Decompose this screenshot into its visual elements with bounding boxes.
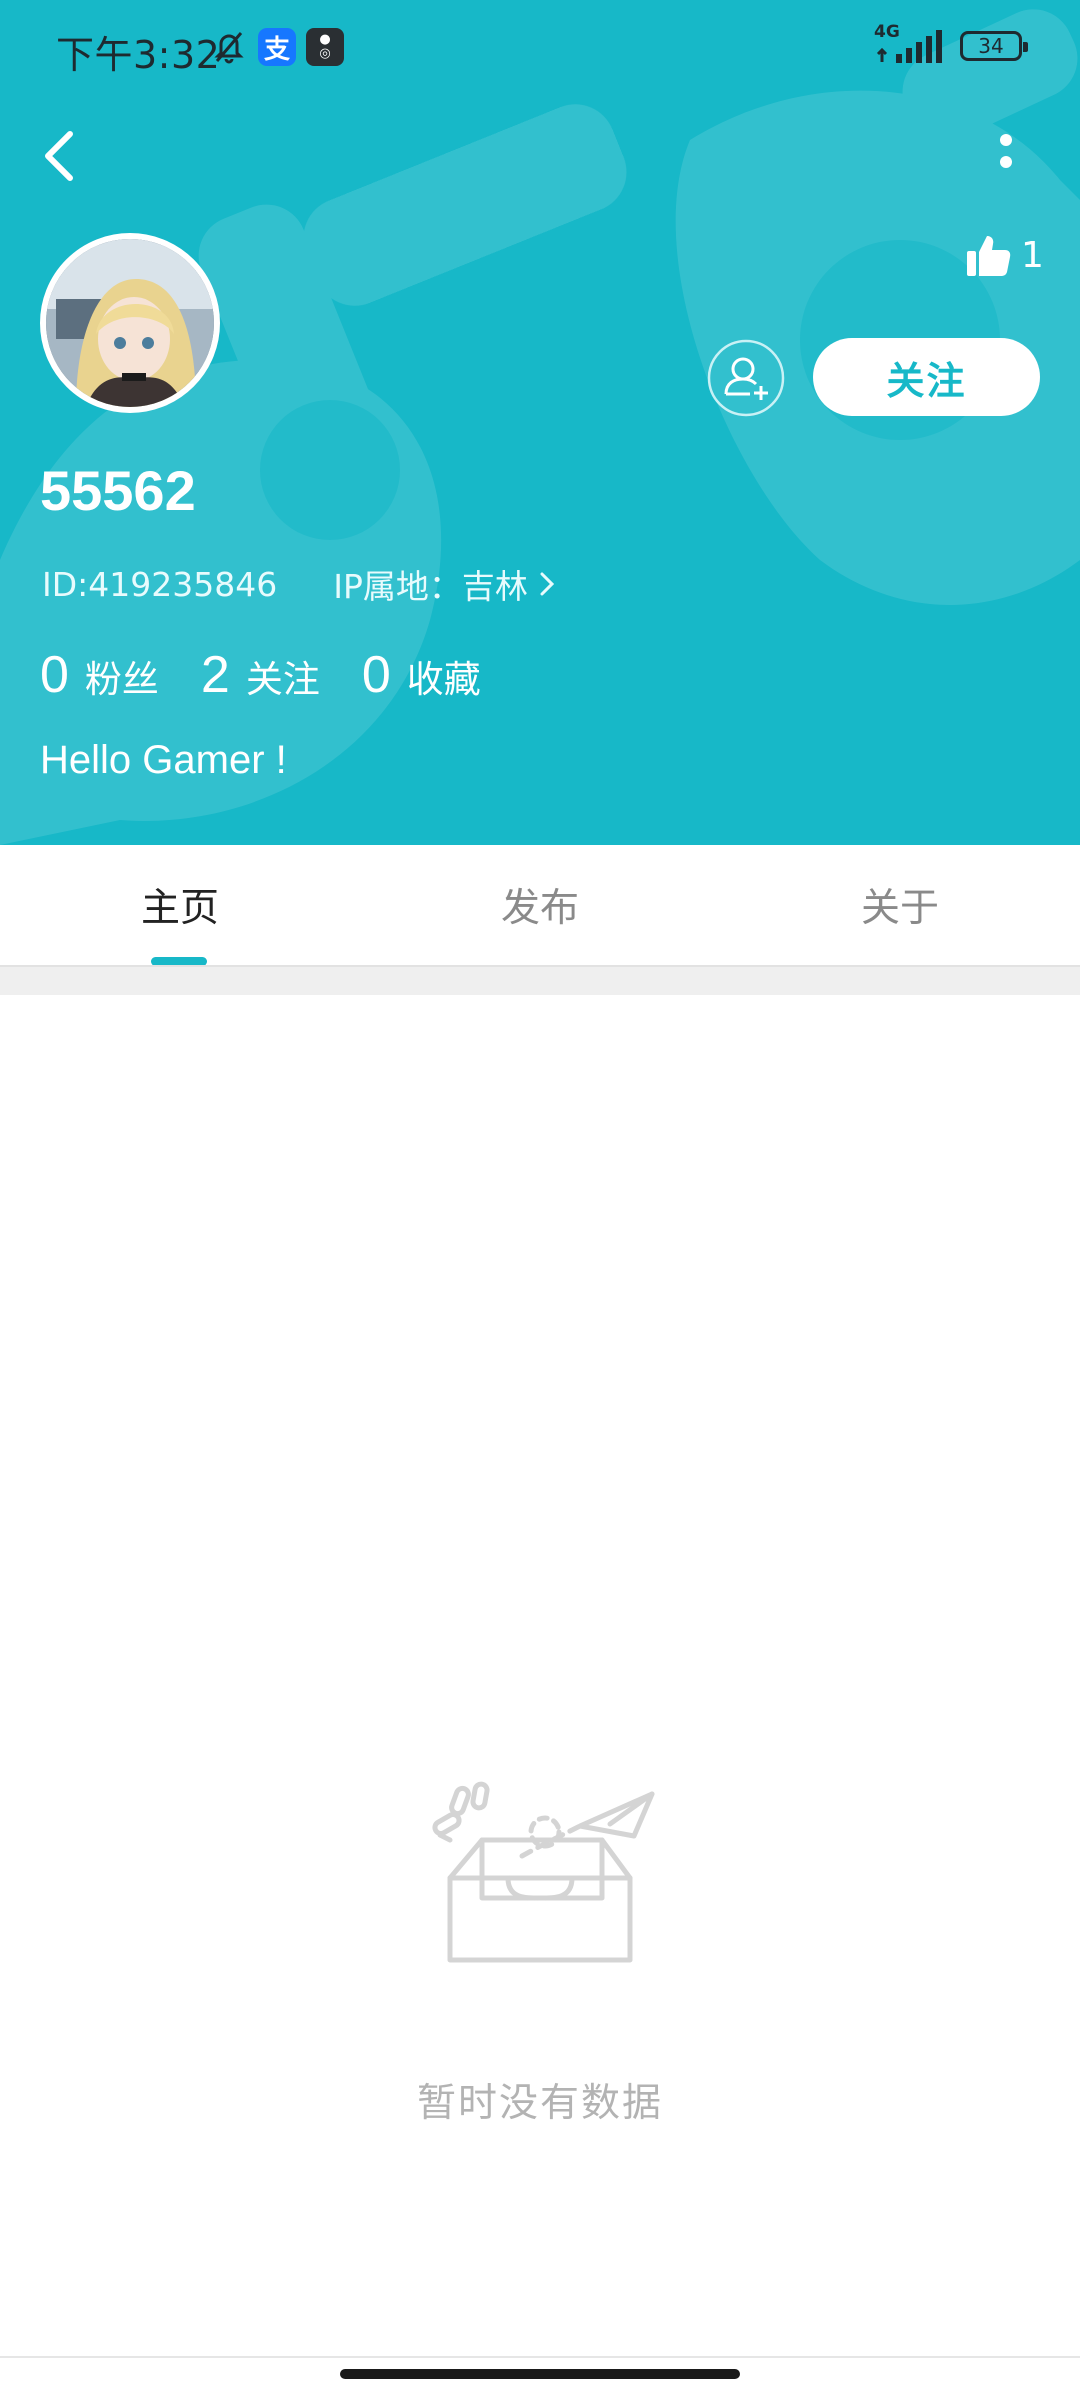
profile-meta: ID:419235846 IP属地：吉林 — [42, 560, 556, 608]
more-vertical-icon — [1000, 134, 1012, 168]
stat-number: 0 — [40, 646, 69, 704]
battery-level: 34 — [978, 34, 1004, 58]
tab-about[interactable]: 关于 — [720, 845, 1080, 965]
profile-tabs: 主页 发布 关于 — [0, 845, 1080, 965]
alipay-icon: 支 — [258, 28, 296, 66]
more-options-button[interactable] — [985, 128, 1027, 184]
tab-home[interactable]: 主页 — [0, 845, 360, 965]
empty-state-text: 暂时没有数据 — [416, 2081, 663, 2126]
follow-button[interactable]: 关注 — [813, 338, 1040, 416]
user-id: ID:419235846 — [42, 564, 278, 604]
signal-icon: 4G — [874, 22, 948, 66]
stat-number: 0 — [361, 646, 391, 704]
avatar-image — [46, 239, 214, 407]
battery-icon: 34 — [960, 31, 1028, 61]
stat-followers[interactable]: 0 粉丝 — [40, 645, 159, 705]
brand-watermark — [0, 9, 1080, 845]
stat-label: 关注 — [245, 658, 320, 701]
stat-favorites[interactable]: 0 收藏 — [362, 645, 481, 705]
add-friend-button[interactable] — [706, 338, 786, 418]
empty-inbox-icon — [432, 1781, 655, 1963]
profile-stats: 0 粉丝 2 关注 0 收藏 — [40, 645, 523, 705]
profile-header: 下午3:32 支 ● ◎ 4G 34 1 关注 55562 ID:4192358… — [0, 0, 1080, 845]
thumbs-up-icon — [967, 236, 1011, 276]
avatar[interactable] — [40, 233, 220, 413]
bio: Hello Gamer ! — [40, 738, 287, 782]
like-count: 1 — [1021, 234, 1044, 276]
like-counter[interactable]: 1 — [965, 232, 1044, 278]
back-button[interactable] — [36, 126, 88, 186]
chevron-right-icon — [540, 572, 554, 596]
home-indicator[interactable] — [340, 2369, 740, 2379]
ip-location: IP属地：吉林 — [333, 567, 528, 606]
stat-label: 粉丝 — [84, 658, 159, 701]
stat-following[interactable]: 2 关注 — [201, 645, 320, 705]
status-system-icons: 4G 34 — [874, 22, 1028, 66]
status-time: 下午3:32 — [56, 33, 221, 77]
username: 55562 — [40, 459, 196, 522]
stat-label: 收藏 — [406, 658, 481, 701]
app-icon: ● ◎ — [306, 28, 344, 66]
status-notification-icons: 支 ● ◎ — [210, 28, 344, 66]
section-divider — [0, 965, 1080, 995]
ip-location-link[interactable]: IP属地：吉林 — [333, 560, 556, 608]
chevron-left-icon — [45, 131, 73, 181]
bottom-divider — [0, 2356, 1080, 2358]
silent-bell-icon — [210, 28, 248, 66]
tab-posts[interactable]: 发布 — [360, 845, 720, 965]
stat-number: 2 — [200, 646, 230, 704]
add-user-icon — [707, 339, 785, 417]
